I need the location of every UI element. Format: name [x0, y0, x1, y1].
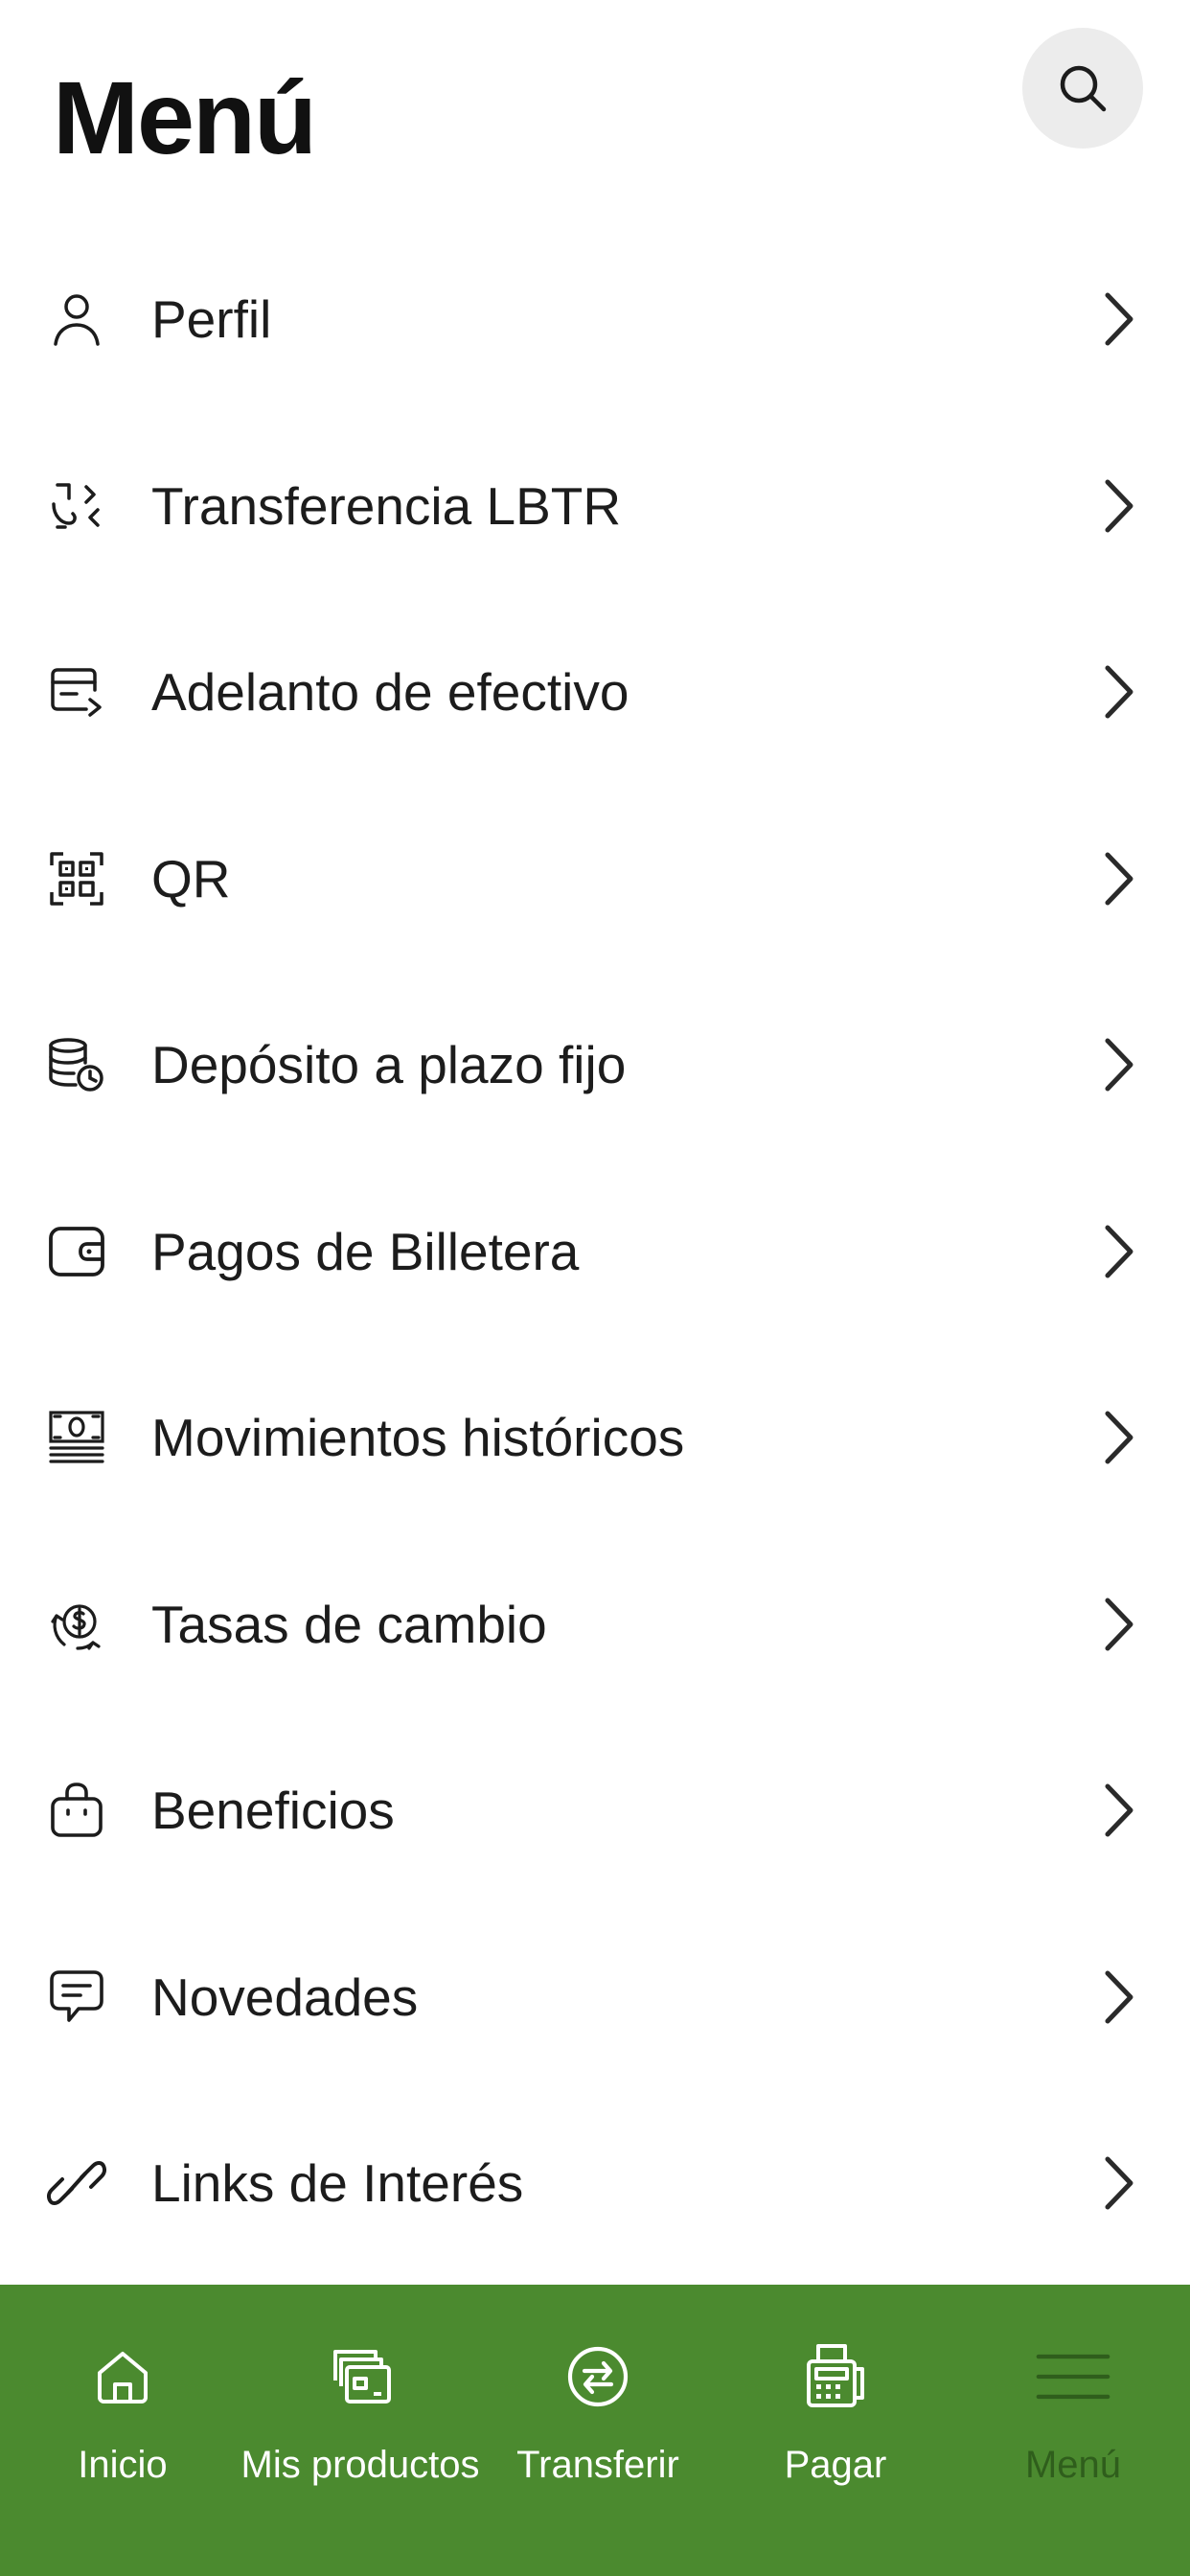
exchange-rate-icon — [46, 1594, 107, 1655]
tab-inicio[interactable]: Inicio — [4, 2285, 241, 2576]
menu-item-label: Depósito a plazo fijo — [151, 1035, 627, 1095]
chevron-right-icon — [1100, 1221, 1138, 1282]
chevron-right-icon — [1100, 1407, 1138, 1468]
menu-item-pagos-billetera[interactable]: Pagos de Billetera — [0, 1159, 1190, 1346]
menu-item-transferencia-lbtr[interactable]: Transferencia LBTR — [0, 413, 1190, 600]
menu-item-label: Perfil — [151, 289, 272, 350]
menu-item-deposito-plazo-fijo[interactable]: Depósito a plazo fijo — [0, 972, 1190, 1159]
menu-item-movimientos-historicos[interactable]: Movimientos históricos — [0, 1345, 1190, 1531]
menu-screen: Menú Perfil Transferencia LBTR Adelanto … — [0, 0, 1190, 2576]
transfer-icon — [560, 2338, 636, 2415]
home-icon — [84, 2338, 161, 2415]
menu-item-novedades[interactable]: Novedades — [0, 1904, 1190, 2091]
link-icon — [46, 2152, 107, 2214]
menu-item-qr[interactable]: QR — [0, 786, 1190, 973]
menu-lines-icon — [1035, 2338, 1111, 2415]
cards-icon — [322, 2338, 399, 2415]
menu-item-label: Transferencia LBTR — [151, 475, 622, 536]
tab-mis-productos[interactable]: Mis productos — [240, 2285, 480, 2576]
chevron-right-icon — [1100, 661, 1138, 723]
tab-label: Mis productos — [240, 2444, 480, 2486]
menu-item-links-interes[interactable]: Links de Interés — [0, 2090, 1190, 2277]
tab-label: Pagar — [784, 2444, 887, 2486]
menu-item-label: QR — [151, 848, 231, 908]
chevron-right-icon — [1100, 1780, 1138, 1841]
banknote-history-icon — [46, 1407, 107, 1468]
menu-item-label: Tasas de cambio — [151, 1594, 547, 1654]
chevron-right-icon — [1100, 2152, 1138, 2214]
page-title: Menú — [53, 59, 317, 175]
chevron-right-icon — [1100, 848, 1138, 909]
tab-label: Transferir — [516, 2444, 679, 2486]
chevron-right-icon — [1100, 1594, 1138, 1655]
shopping-bag-icon — [46, 1780, 107, 1841]
header: Menú — [0, 0, 1190, 230]
fixed-deposit-icon — [46, 1034, 107, 1095]
cash-advance-icon — [46, 661, 107, 723]
menu-item-tasas-cambio[interactable]: Tasas de cambio — [0, 1531, 1190, 1718]
chevron-right-icon — [1100, 475, 1138, 537]
menu-item-label: Adelanto de efectivo — [151, 662, 629, 723]
tab-label: Menú — [1024, 2444, 1122, 2486]
menu-item-label: Pagos de Billetera — [151, 1221, 580, 1281]
chevron-right-icon — [1100, 288, 1138, 350]
tab-pagar[interactable]: Pagar — [717, 2285, 954, 2576]
menu-item-adelanto-efectivo[interactable]: Adelanto de efectivo — [0, 599, 1190, 786]
chevron-right-icon — [1100, 1966, 1138, 2028]
menu-list: Perfil Transferencia LBTR Adelanto de ef… — [0, 226, 1190, 2277]
tab-transferir[interactable]: Transferir — [479, 2285, 717, 2576]
menu-item-label: Beneficios — [151, 1781, 395, 1841]
chat-bubble-icon — [46, 1966, 107, 2028]
menu-item-perfil[interactable]: Perfil — [0, 226, 1190, 413]
pos-terminal-icon — [797, 2338, 874, 2415]
user-icon — [46, 288, 107, 350]
search-button[interactable] — [1022, 28, 1143, 149]
transfer-lbtr-icon — [46, 475, 107, 537]
menu-item-label: Novedades — [151, 1966, 419, 2027]
menu-item-label: Movimientos históricos — [151, 1408, 685, 1468]
tab-menu[interactable]: Menú — [954, 2285, 1190, 2576]
tab-label: Inicio — [78, 2444, 168, 2486]
menu-item-beneficios[interactable]: Beneficios — [0, 1717, 1190, 1904]
bottom-tab-bar: Inicio Mis productos Transferir Pagar Me… — [0, 2285, 1190, 2576]
menu-item-label: Links de Interés — [151, 2153, 524, 2214]
qr-code-icon — [46, 848, 107, 909]
wallet-icon — [46, 1221, 107, 1282]
search-icon — [1060, 65, 1107, 112]
chevron-right-icon — [1100, 1034, 1138, 1095]
